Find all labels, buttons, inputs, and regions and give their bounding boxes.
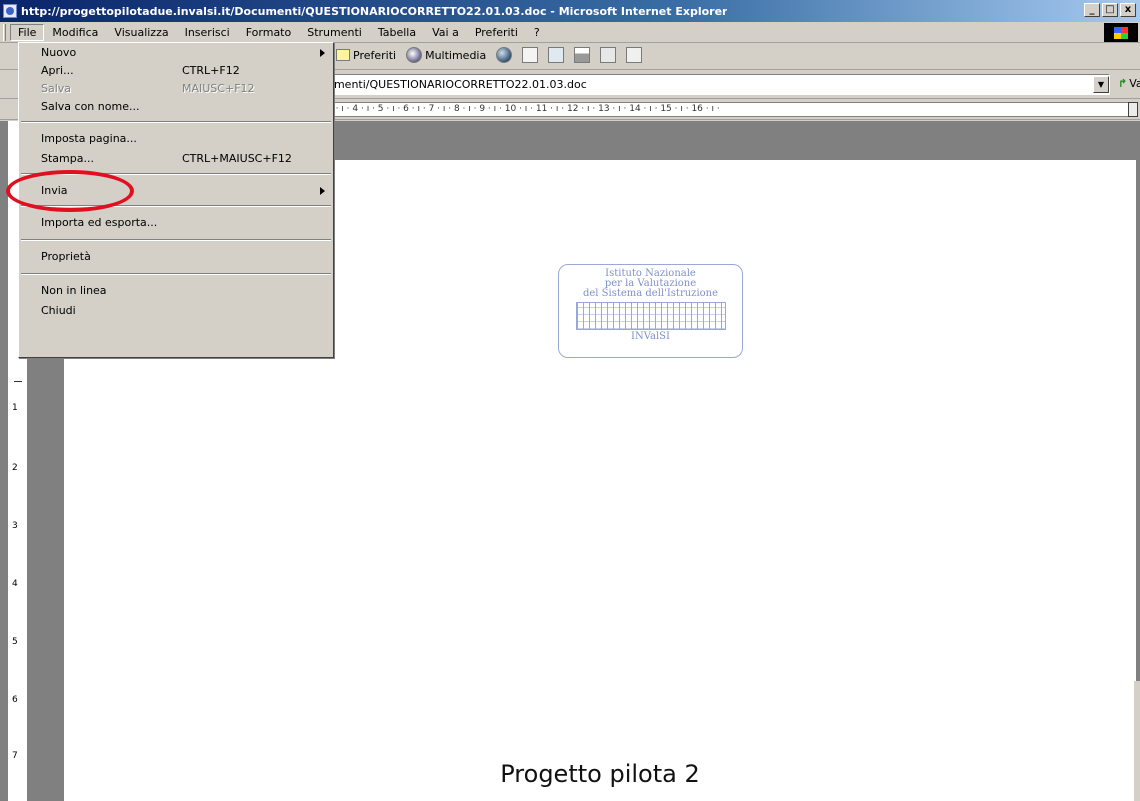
vruler-number: 7	[12, 751, 18, 761]
vruler-number: 3	[12, 521, 18, 531]
invalsi-logo-stamp: Istituto Nazionale per la Valutazione de…	[558, 264, 743, 358]
history-icon[interactable]	[496, 47, 513, 63]
media-icon	[406, 47, 423, 63]
menu-item-label: Apri...	[41, 64, 74, 77]
menu-item-imposta-pagina[interactable]: Imposta pagina...	[19, 129, 333, 149]
menu-item-apri[interactable]: Apri... CTRL+F12	[19, 61, 333, 81]
favorites-label: Preferiti	[353, 48, 397, 62]
scrollbar[interactable]	[1134, 681, 1140, 801]
menu-modifica[interactable]: Modifica	[44, 24, 106, 41]
address-input[interactable]: umenti/QUESTIONARIOCORRETTO22.01.03.doc …	[320, 74, 1110, 95]
title-bar: http://progettopilotadue.invalsi.it/Docu…	[0, 0, 1140, 22]
menu-tabella[interactable]: Tabella	[370, 24, 424, 41]
stamp-line: del Sistema dell'Istruzione	[582, 288, 719, 299]
address-value: umenti/QUESTIONARIOCORRETTO22.01.03.doc	[327, 78, 587, 91]
menu-file[interactable]: File	[10, 23, 45, 41]
menu-item-importa-esporta[interactable]: Importa ed esporta...	[19, 213, 333, 233]
menu-item-stampa[interactable]: Stampa... CTRL+MAIUSC+F12	[19, 149, 333, 169]
menu-item-label: Imposta pagina...	[41, 132, 137, 145]
menu-preferiti[interactable]: Preferiti	[467, 24, 526, 41]
window-controls: _ □ x	[1084, 3, 1136, 17]
menu-item-label: Invia	[41, 184, 68, 197]
menu-bar: File Modifica Visualizza Inserisci Forma…	[0, 22, 1140, 43]
vruler-number: 6	[12, 695, 18, 705]
vruler-number: 5	[12, 637, 18, 647]
menu-help[interactable]: ?	[526, 24, 548, 41]
document-title: Progetto pilota 2	[500, 760, 700, 788]
menu-item-shortcut: CTRL+MAIUSC+F12	[182, 152, 292, 165]
menu-item-shortcut: CTRL+F12	[182, 64, 240, 77]
media-button[interactable]: Multimedia	[406, 47, 486, 63]
minimize-button[interactable]: _	[1084, 3, 1100, 17]
menu-formato[interactable]: Formato	[238, 24, 300, 41]
menu-item-label: Non in linea	[41, 284, 107, 297]
vruler-number: 2	[12, 463, 18, 473]
menu-separator	[21, 121, 331, 123]
menu-item-salva-con-nome[interactable]: Salva con nome...	[19, 97, 333, 117]
menu-item-label: Chiudi	[41, 304, 76, 317]
address-dropdown-button[interactable]: ▼	[1093, 76, 1109, 93]
go-label: Vai	[1129, 77, 1140, 90]
file-menu-dropdown: Nuovo Apri... CTRL+F12 Salva MAIUSC+F12 …	[18, 42, 334, 358]
menu-item-label: Stampa...	[41, 152, 94, 165]
toolbar-buttons: Preferiti Multimedia	[336, 47, 643, 63]
windows-logo-icon	[1104, 23, 1138, 42]
menu-strumenti[interactable]: Strumenti	[299, 24, 370, 41]
print-icon[interactable]	[574, 47, 591, 63]
window-title: http://progettopilotadue.invalsi.it/Docu…	[21, 4, 728, 18]
submenu-arrow-icon	[320, 49, 325, 57]
menu-inserisci[interactable]: Inserisci	[177, 24, 238, 41]
media-label: Multimedia	[425, 48, 487, 62]
menu-item-label: Salva	[41, 82, 72, 95]
ruler-scale: 3 · ı · 4 · ı · 5 · ı · 6 · ı · 7 · ı · …	[320, 102, 1130, 117]
menu-item-label: Salva con nome...	[41, 100, 140, 113]
menu-separator	[21, 239, 331, 241]
submenu-arrow-icon	[320, 187, 325, 195]
mail-icon[interactable]	[522, 47, 539, 63]
menu-item-proprieta[interactable]: Proprietà	[19, 247, 333, 267]
menu-separator	[21, 173, 331, 175]
favorites-button[interactable]: Preferiti	[336, 49, 396, 62]
discuss-icon[interactable]	[600, 47, 617, 63]
edit-icon[interactable]	[548, 47, 565, 63]
stamp-line: INValSI	[631, 331, 670, 342]
menu-item-shortcut: MAIUSC+F12	[182, 82, 255, 95]
maximize-button[interactable]: □	[1102, 3, 1118, 17]
messenger-icon[interactable]	[626, 47, 643, 63]
go-arrow-icon: ↱	[1118, 77, 1128, 90]
menu-vai-a[interactable]: Vai a	[424, 24, 467, 41]
favorites-icon	[336, 49, 350, 61]
menu-item-label: Proprietà	[41, 250, 91, 263]
menu-item-chiudi[interactable]: Chiudi	[19, 301, 333, 321]
menu-visualizza[interactable]: Visualizza	[106, 24, 176, 41]
menu-item-salva: Salva MAIUSC+F12	[19, 79, 333, 99]
vruler-number: 4	[12, 579, 18, 589]
menu-item-invia[interactable]: Invia	[19, 181, 333, 201]
building-icon	[575, 302, 726, 330]
menu-item-non-in-linea[interactable]: Non in linea	[19, 281, 333, 301]
vruler-number: 1	[12, 403, 18, 413]
menu-item-label: Nuovo	[41, 46, 77, 59]
vruler-tick	[14, 381, 22, 382]
toolbar-grip[interactable]	[3, 23, 6, 41]
ie-window: http://progettopilotadue.invalsi.it/Docu…	[0, 0, 1140, 801]
menu-separator	[21, 205, 331, 207]
go-button[interactable]: ↱ Vai	[1118, 77, 1140, 90]
ruler-tab-selector[interactable]	[1128, 102, 1138, 117]
menu-item-nuovo[interactable]: Nuovo	[19, 43, 333, 63]
close-button[interactable]: x	[1120, 3, 1136, 17]
menu-item-label: Importa ed esporta...	[41, 216, 158, 229]
ie-document-icon	[3, 4, 17, 18]
menu-separator	[21, 273, 331, 275]
